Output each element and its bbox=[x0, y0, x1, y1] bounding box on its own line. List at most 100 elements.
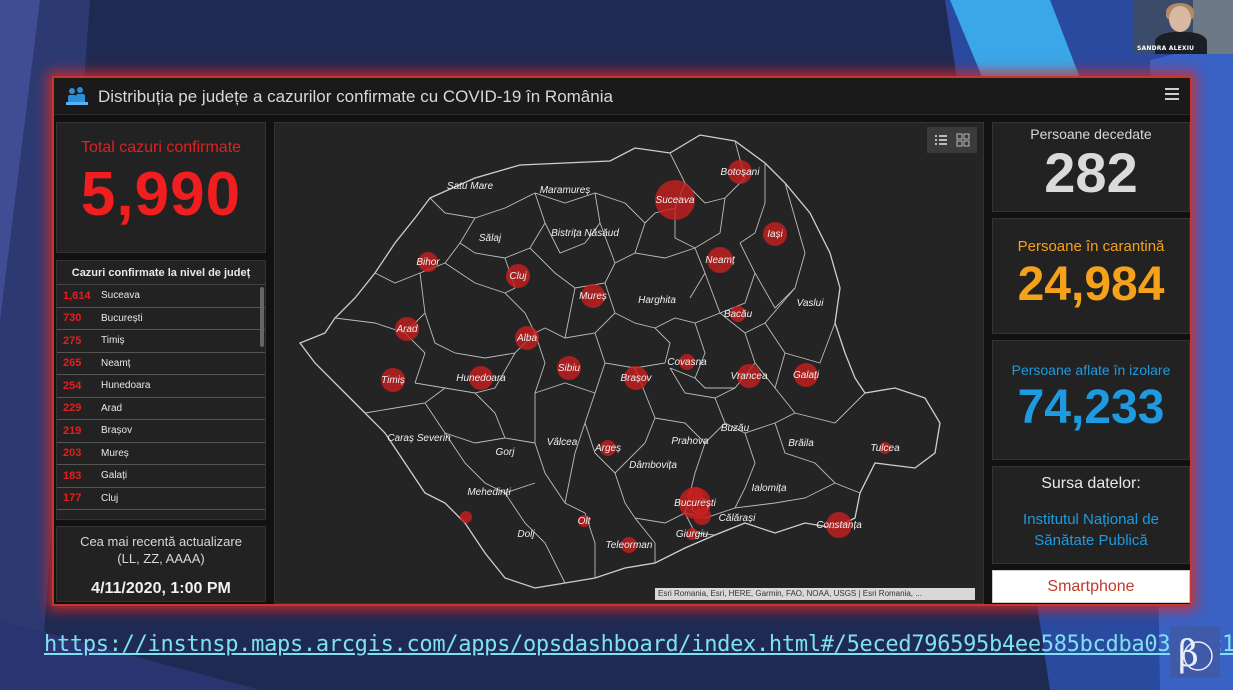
county-label-bucuresti: București bbox=[674, 498, 716, 509]
list-item[interactable]: 1,614 Suceava bbox=[57, 285, 265, 308]
county-list-title: Cazuri confirmate la nivel de județ bbox=[57, 261, 265, 285]
svg-text:β: β bbox=[1178, 634, 1199, 675]
map-tools bbox=[927, 127, 977, 153]
dashboard-url-link[interactable]: https://instnsp.maps.arcgis.com/apps/ops… bbox=[44, 632, 1233, 657]
list-scrollbar[interactable] bbox=[260, 287, 264, 347]
county-label-neamt: Neamț bbox=[705, 255, 736, 266]
romania-map[interactable]: Satu Mare Maramureș Botoșani Suceava Sălaj Bi… bbox=[274, 122, 984, 604]
source-link[interactable]: Institutul Național de Sănătate Publică bbox=[993, 509, 1189, 551]
dashboard-header: Distribuția pe județe a cazurilor confir… bbox=[54, 78, 1190, 115]
deaths-panel: Persoane decedate 282 bbox=[992, 122, 1190, 212]
list-item[interactable]: 275 Timiș bbox=[57, 330, 265, 353]
list-item[interactable]: 265 Neamț bbox=[57, 353, 265, 375]
list-item[interactable]: 219 Brașov bbox=[57, 420, 265, 443]
quarantine-label: Persoane în carantină bbox=[1017, 238, 1165, 255]
last-update-label: Cea mai recentă actualizare (LL, ZZ, AAA… bbox=[57, 533, 265, 567]
case-bubble-extra[interactable] bbox=[460, 511, 472, 523]
list-item[interactable]: 203 Mureș bbox=[57, 443, 265, 465]
last-update-date: 4/11/2020, 1:00 PM bbox=[91, 580, 231, 597]
county-count: 275 bbox=[63, 334, 82, 347]
county-label-gorj: Gorj bbox=[496, 447, 516, 458]
list-item[interactable]: 183 Galați bbox=[57, 465, 265, 488]
people-logo-icon bbox=[66, 86, 88, 111]
county-label-galati: Galați bbox=[793, 370, 820, 381]
county-label-constanta: Constanța bbox=[816, 520, 862, 531]
county-label-vrancea: Vrancea bbox=[730, 371, 768, 382]
county-name: București bbox=[101, 312, 143, 324]
county-list: 1,614 Suceava 730 București 275 Timiș 265 Ne… bbox=[57, 285, 265, 510]
county-label-sibiu: Sibiu bbox=[558, 363, 581, 374]
county-label-covasna: Covasna bbox=[667, 357, 707, 368]
list-item[interactable]: 254 Hunedoara bbox=[57, 375, 265, 398]
last-update-label-line1: Cea mai recentă actualizare bbox=[80, 534, 242, 549]
county-label-arad: Arad bbox=[395, 324, 418, 335]
county-count: 254 bbox=[63, 379, 82, 392]
presenter-name: SANDRA ALEXIU bbox=[1137, 45, 1195, 52]
county-label-vaslui: Vaslui bbox=[797, 298, 825, 309]
county-name: Hunedoara bbox=[101, 380, 151, 392]
county-label-teleorman: Teleorman bbox=[606, 540, 653, 551]
quarantine-value: 24,984 bbox=[1017, 258, 1165, 311]
county-map-svg[interactable]: Satu Mare Maramureș Botoșani Suceava Sălaj Bi… bbox=[275, 123, 985, 605]
map-attribution[interactable]: Esri Romania, Esri, HERE, Garmin, FAO, N… bbox=[655, 588, 975, 600]
county-label-cluj: Cluj bbox=[509, 271, 527, 282]
county-name: Arad bbox=[101, 402, 123, 414]
source-link-line1: Institutul Național de bbox=[1023, 511, 1159, 528]
list-item[interactable]: 229 Arad bbox=[57, 398, 265, 420]
county-label-ialomita: Ialomița bbox=[751, 483, 786, 494]
total-cases-panel: Total cazuri confirmate 5,990 bbox=[56, 122, 266, 253]
county-label-suceava: Suceava bbox=[656, 195, 695, 206]
county-count: 177 bbox=[63, 492, 82, 505]
county-label-bistrita-nasaud: Bistrița Năsăud bbox=[551, 228, 619, 239]
presenter-video-thumbnail: SANDRA ALEXIU bbox=[1133, 0, 1233, 54]
total-cases-value: 5,990 bbox=[80, 160, 242, 229]
county-label-botosani: Botoșani bbox=[721, 167, 761, 178]
county-name: Mureș bbox=[101, 447, 129, 459]
source-link-line2: Sănătate Publică bbox=[1034, 532, 1148, 549]
county-label-caras-severin: Caraș Severin bbox=[387, 433, 451, 444]
quarantine-panel: Persoane în carantină 24,984 bbox=[992, 218, 1190, 334]
county-name: Timiș bbox=[101, 335, 125, 347]
smartphone-button[interactable]: Smartphone bbox=[992, 570, 1190, 603]
county-cases-list-panel: Cazuri confirmate la nivel de județ 1,61… bbox=[56, 260, 266, 520]
county-label-bacau: Bacău bbox=[724, 309, 753, 320]
county-label-prahova: Prahova bbox=[671, 436, 709, 447]
isolation-value: 74,233 bbox=[1017, 381, 1165, 434]
case-bubbles bbox=[381, 160, 891, 553]
list-item[interactable]: 177 Cluj bbox=[57, 488, 265, 510]
covid-dashboard: Distribuția pe județe a cazurilor confir… bbox=[52, 76, 1192, 606]
presentation-logo: β bbox=[1170, 626, 1220, 678]
county-label-calarasi: Călărași bbox=[719, 513, 756, 524]
county-label-alba: Alba bbox=[516, 333, 537, 344]
county-label-hunedoara: Hunedoara bbox=[456, 373, 506, 384]
county-label-braila: Brăila bbox=[788, 438, 814, 449]
deaths-value: 282 bbox=[1044, 141, 1138, 204]
source-label: Sursa datelor: bbox=[1041, 475, 1141, 492]
county-name: Suceava bbox=[101, 290, 140, 302]
county-label-maramures: Maramureș bbox=[540, 185, 591, 196]
presenter-face bbox=[1169, 6, 1191, 32]
county-label-timis: Timiș bbox=[381, 375, 405, 386]
county-label-satu-mare: Satu Mare bbox=[447, 181, 494, 192]
county-count: 265 bbox=[63, 357, 82, 370]
county-name: Brașov bbox=[101, 425, 133, 437]
county-label-giurgiu: Giurgiu bbox=[676, 529, 709, 540]
basemap-gallery-icon[interactable] bbox=[955, 132, 971, 148]
county-label-salaj: Sălaj bbox=[479, 233, 502, 244]
county-borders bbox=[334, 140, 866, 584]
county-count: 203 bbox=[63, 447, 82, 460]
county-count: 1,614 bbox=[63, 289, 91, 302]
legend-list-icon[interactable] bbox=[933, 132, 949, 148]
isolation-label: Persoane aflate în izolare bbox=[1011, 362, 1171, 378]
hamburger-menu-icon[interactable] bbox=[1164, 86, 1180, 107]
list-item[interactable]: 730 București bbox=[57, 308, 265, 330]
county-label-brasov: Brașov bbox=[620, 373, 652, 384]
county-label-olt: Olt bbox=[578, 516, 592, 527]
case-bubble-extra[interactable] bbox=[693, 507, 711, 525]
county-label-mures: Mureș bbox=[579, 291, 607, 302]
county-count: 219 bbox=[63, 424, 82, 437]
county-label-harghita: Harghita bbox=[638, 295, 676, 306]
county-name: Galați bbox=[101, 470, 128, 482]
last-update-format: (LL, ZZ, AAAA) bbox=[117, 551, 205, 566]
data-source-panel: Sursa datelor: Institutul Național de Să… bbox=[992, 466, 1190, 564]
